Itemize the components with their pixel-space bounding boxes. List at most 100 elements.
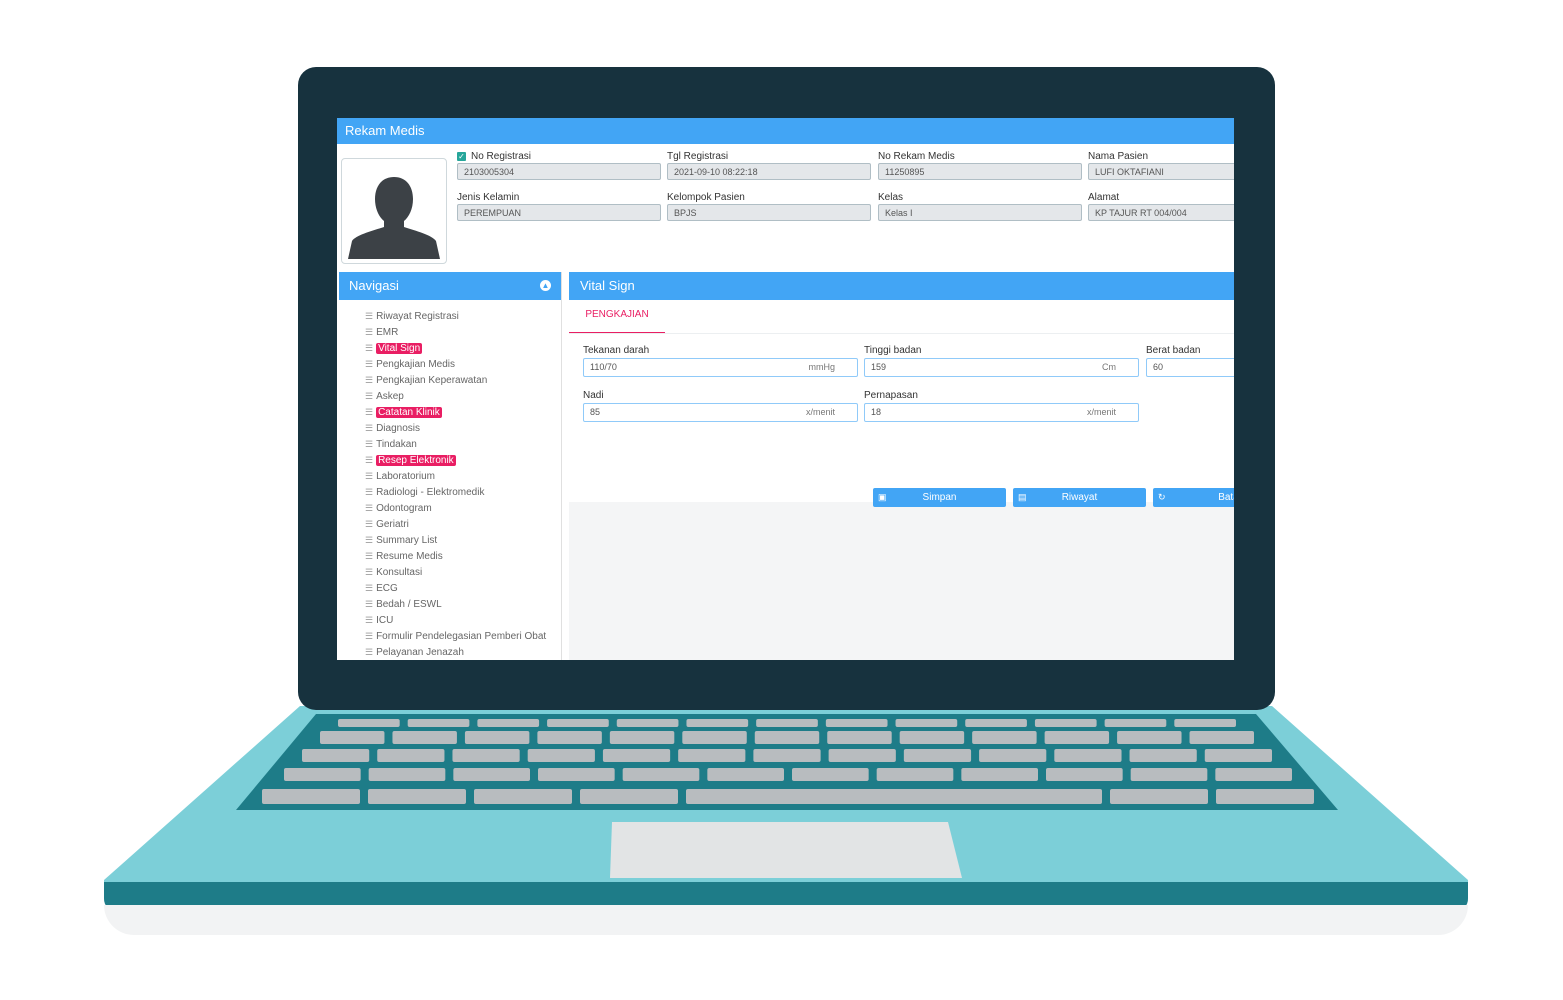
nav-item-label: Pelayanan Jenazah [376, 647, 464, 658]
window-title: Rekam Medis [337, 118, 1234, 144]
nadi-input[interactable]: 85 x/menit [583, 403, 858, 422]
keyboard-key [407, 719, 470, 727]
menu-lines-icon: ☰ [365, 343, 374, 353]
keyboard-key [828, 749, 896, 762]
keyboard-key [453, 768, 530, 781]
berat-badan-input[interactable]: 60 [1146, 358, 1234, 377]
keyboard-key [602, 749, 671, 762]
nav-item[interactable]: ☰ Odontogram [365, 500, 546, 516]
field-tekanan-darah: Tekanan darah 110/70 mmHg [583, 344, 858, 377]
menu-lines-icon: ☰ [365, 455, 374, 465]
menu-lines-icon: ☰ [365, 375, 374, 385]
nav-item-label: ECG [376, 583, 398, 594]
riwayat-button[interactable]: ▤ Riwayat [1013, 488, 1146, 507]
field-jenis-kelamin: Jenis Kelamin PEREMPUAN [457, 191, 661, 221]
menu-lines-icon: ☰ [365, 311, 374, 321]
nav-item[interactable]: ☰ Diagnosis [365, 420, 546, 436]
nav-item[interactable]: ☰ ICU [365, 612, 546, 628]
field-pernapasan: Pernapasan 18 x/menit [864, 389, 1139, 422]
nav-item-label: EMR [376, 327, 399, 338]
keyboard-key [753, 749, 821, 762]
tekanan-darah-input[interactable]: 110/70 mmHg [583, 358, 858, 377]
keyboard-key [320, 731, 385, 744]
keyboard-key [899, 731, 965, 744]
menu-lines-icon: ☰ [365, 615, 374, 625]
keyboard-key [979, 749, 1047, 762]
nav-item[interactable]: ☰ EMR [365, 324, 546, 340]
nama-pasien-input[interactable]: LUFI OKTAFIANI [1088, 163, 1234, 180]
nav-item-label: Konsultasi [376, 567, 423, 578]
keyboard-key [1204, 749, 1272, 762]
menu-lines-icon: ☰ [365, 551, 374, 561]
navigation-panel: Navigasi ▲ ☰ Riwayat Registrasi ☰ EMR ☰ Vital… [339, 272, 562, 660]
nav-item[interactable]: ☰ Resume Medis [365, 548, 546, 564]
nav-item-label: Diagnosis [376, 423, 420, 434]
field-tinggi-badan: Tinggi badan 159 Cm [864, 344, 1139, 377]
keyboard-key [452, 749, 520, 762]
nav-item[interactable]: ☰ Resep Elektronik [365, 452, 546, 468]
field-nadi: Nadi 85 x/menit [583, 389, 858, 422]
spacebar-key [686, 789, 1102, 804]
field-nama-pasien: Nama Pasien LUFI OKTAFIANI [1088, 150, 1234, 180]
nav-item[interactable]: ☰ Geriatri [365, 516, 546, 532]
nav-item[interactable]: ☰ Tindakan [365, 436, 546, 452]
chevron-up-icon[interactable]: ▲ [540, 280, 551, 291]
nav-item[interactable]: ☰ Catatan Klinik [365, 404, 546, 420]
menu-lines-icon: ☰ [365, 647, 374, 657]
kelas-input[interactable]: Kelas I [878, 204, 1082, 221]
nav-item-label: Summary List [376, 535, 438, 546]
keyboard-key [682, 731, 747, 744]
unit-x-menit: x/menit [1086, 407, 1116, 417]
keyboard-key [538, 768, 615, 781]
nav-item[interactable]: ☰ Summary List [365, 532, 546, 548]
keyboard-key [622, 768, 700, 781]
nav-item[interactable]: ☰ Askep [365, 388, 546, 404]
nav-item[interactable]: ☰ Konsultasi [365, 564, 546, 580]
keyboard-key [1129, 749, 1197, 762]
jenis-kelamin-input[interactable]: PEREMPUAN [457, 204, 661, 221]
simpan-button[interactable]: ▣ Simpan [873, 488, 1006, 507]
menu-lines-icon: ☰ [365, 535, 374, 545]
navigation-list: ☰ Riwayat Registrasi ☰ EMR ☰ Vital Sign ☰ Pengk… [365, 308, 546, 660]
nav-item[interactable]: ☰ Pengkajian Medis [365, 356, 546, 372]
keyboard-key [678, 749, 746, 762]
field-kelompok-pasien: Kelompok Pasien BPJS [667, 191, 871, 221]
nav-item[interactable]: ☰ ECG [365, 580, 546, 596]
keyboard-key [464, 731, 530, 744]
nav-item-label: Geriatri [376, 519, 409, 530]
user-silhouette-icon [348, 177, 440, 259]
nav-item[interactable]: ☰ Pelayanan Jenazah [365, 644, 546, 660]
nav-item-label: ICU [376, 615, 394, 626]
nav-item[interactable]: ☰ Pengkajian Keperawatan [365, 372, 546, 388]
keyboard-key [262, 789, 360, 804]
menu-lines-icon: ☰ [365, 631, 374, 641]
alamat-input[interactable]: KP TAJUR RT 004/004 [1088, 204, 1234, 221]
tab-divider [569, 333, 1234, 334]
keyboard-key [392, 731, 457, 744]
tgl-registrasi-input[interactable]: 2021-09-10 08:22:18 [667, 163, 871, 180]
nav-item-label: Pengkajian Medis [376, 359, 456, 370]
keyboard-key [302, 749, 370, 762]
no-registrasi-input[interactable]: 2103005304 [457, 163, 661, 180]
nav-item-label: Formulir Pendelegasian Pemberi Obat [376, 631, 547, 642]
nav-item[interactable]: ☰ Riwayat Registrasi [365, 308, 546, 324]
menu-lines-icon: ☰ [365, 471, 374, 481]
nav-item[interactable]: ☰ Radiologi - Elektromedik [365, 484, 546, 500]
keyboard-key [825, 719, 888, 727]
unit-x-menit: x/menit [805, 407, 835, 417]
menu-lines-icon: ☰ [365, 359, 374, 369]
kelompok-pasien-input[interactable]: BPJS [667, 204, 871, 221]
batal-button[interactable]: ↻Batal [1153, 488, 1234, 507]
nav-item[interactable]: ☰ Formulir Pendelegasian Pemberi Obat [365, 628, 546, 644]
tinggi-badan-input[interactable]: 159 Cm [864, 358, 1139, 377]
keyboard-key [756, 719, 818, 727]
nav-item[interactable]: ☰ Laboratorium [365, 468, 546, 484]
keyboard-key [1130, 768, 1208, 781]
checkbox-icon[interactable]: ✓ [457, 151, 466, 161]
nav-item-label: Laboratorium [376, 471, 435, 482]
nav-item[interactable]: ☰ Bedah / ESWL [365, 596, 546, 612]
no-rekam-medis-input[interactable]: 11250895 [878, 163, 1082, 180]
pernapasan-input[interactable]: 18 x/menit [864, 403, 1139, 422]
nav-item[interactable]: ☰ Vital Sign [365, 340, 546, 356]
tab-pengkajian[interactable]: PENGKAJIAN [569, 300, 665, 334]
